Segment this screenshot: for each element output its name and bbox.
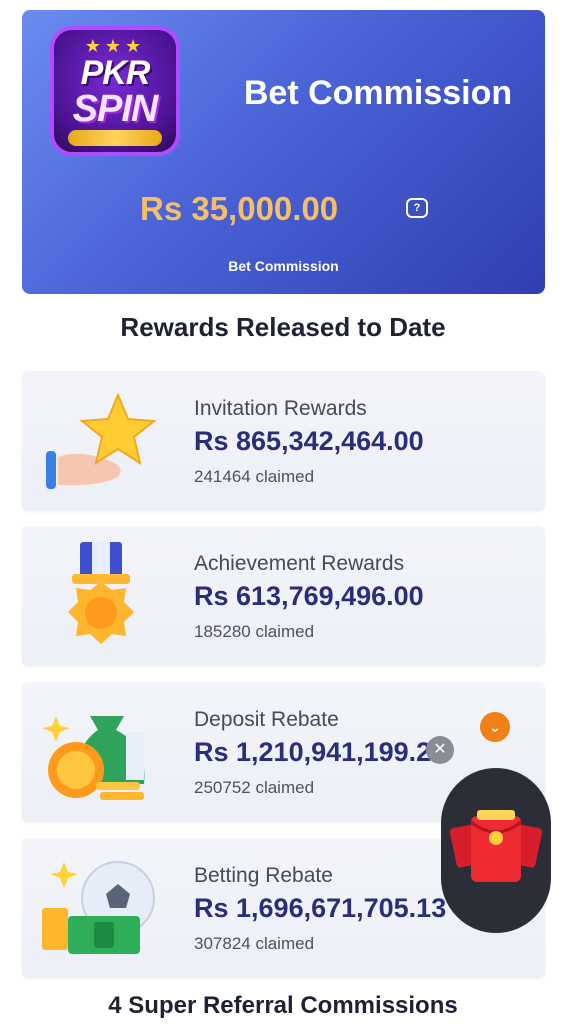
reward-claimed: 241464 claimed bbox=[194, 467, 315, 486]
reward-label: Deposit Rebate bbox=[194, 708, 339, 731]
reward-amount: Rs 613,769,496.00 bbox=[194, 581, 424, 611]
reward-label: Invitation Rewards bbox=[194, 397, 367, 420]
medal-icon bbox=[68, 542, 134, 644]
rewards-section-title: Rewards Released to Date bbox=[120, 312, 446, 342]
reward-card-achievement[interactable]: Achievement Rewards Rs 613,769,496.00 18… bbox=[22, 526, 545, 666]
reward-claimed: 307824 claimed bbox=[194, 934, 315, 953]
banner-subtitle: Bet Commission bbox=[228, 258, 339, 274]
star-hand-icon bbox=[46, 392, 157, 489]
reward-amount: Rs 1,696,671,705.13 bbox=[194, 893, 447, 923]
reward-amount: Rs 1,210,941,199.20 bbox=[194, 737, 447, 767]
referral-section-title: 4 Super Referral Commissions bbox=[108, 992, 458, 1019]
banner-title: Bet Commission bbox=[243, 74, 513, 112]
chevron-down-icon[interactable]: ⌄ bbox=[480, 712, 510, 742]
floating-red-envelope-button[interactable] bbox=[441, 768, 551, 933]
close-icon[interactable]: ✕ bbox=[426, 736, 454, 764]
reward-label: Betting Rebate bbox=[194, 864, 333, 887]
money-bag-icon bbox=[42, 716, 145, 800]
reward-claimed: 185280 claimed bbox=[194, 622, 315, 641]
reward-amount: Rs 865,342,464.00 bbox=[194, 426, 424, 456]
reward-label: Achievement Rewards bbox=[194, 552, 405, 575]
logo-coins bbox=[68, 130, 162, 146]
red-envelope-icon bbox=[449, 810, 543, 882]
pkr-spin-logo: ★★★ PKR SPIN bbox=[50, 26, 180, 156]
reward-card-invitation[interactable]: Invitation Rewards Rs 865,342,464.00 241… bbox=[22, 371, 545, 511]
logo-text-bottom: SPIN bbox=[72, 88, 159, 130]
bet-commission-amount: Rs 35,000.00 bbox=[140, 190, 339, 227]
reward-claimed: 250752 claimed bbox=[194, 778, 315, 797]
ball-cash-icon bbox=[42, 861, 155, 954]
bet-commission-banner: ★★★ PKR SPIN Bet Commission Rs 35,000.00… bbox=[22, 10, 545, 294]
help-icon[interactable]: ? bbox=[406, 198, 428, 218]
